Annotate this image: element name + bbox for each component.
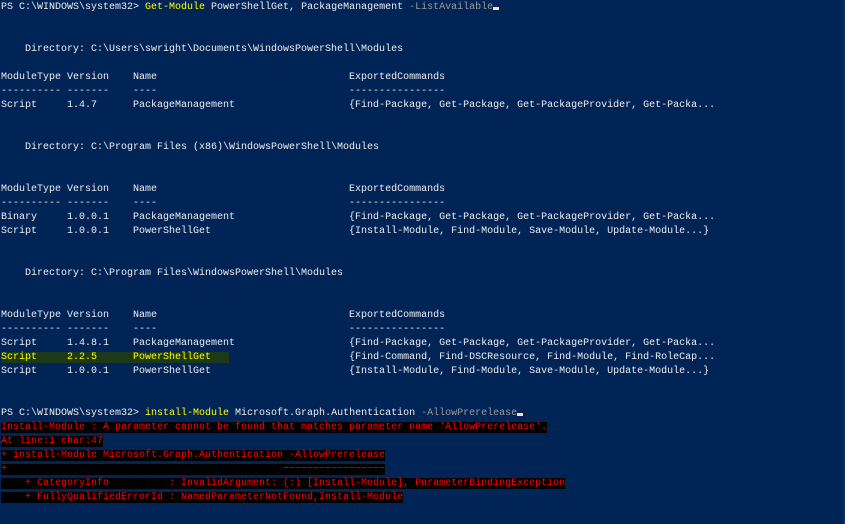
console-text: Directory: C:\Program Files\WindowsPower…: [1, 268, 344, 279]
powershell-console[interactable]: PS C:\WINDOWS\system32> Get-Module Power…: [1, 1, 715, 505]
console-line: + ~~~~~~~~~~~~~~~~~: [1, 463, 715, 477]
console-text: PowerShellGet, PackageManagement: [205, 2, 410, 13]
console-text: {Find-Command, Find-DSCResource, Find-Mo…: [229, 352, 716, 363]
console-text: Script 1.4.8.1 PackageManagement {Find-P…: [1, 338, 716, 349]
error-text: + ~~~~~~~~~~~~~~~~~: [1, 464, 386, 475]
console-line: Binary 1.0.0.1 PackageManagement {Find-P…: [1, 211, 715, 225]
console-text: Binary 1.0.0.1 PackageManagement {Find-P…: [1, 212, 716, 223]
console-line: ModuleType Version Name ExportedCommands: [1, 183, 715, 197]
error-text: At line:1 char:47: [1, 436, 104, 447]
console-text: ModuleType Version Name ExportedCommands: [1, 310, 446, 321]
command-name: Get-Module: [145, 2, 206, 13]
console-text: ---------- ------- ---- ----------------: [1, 86, 446, 97]
parameter-text: -AllowPrerelease: [421, 408, 518, 419]
text-cursor: [517, 413, 524, 416]
console-text: ModuleType Version Name ExportedCommands: [1, 184, 446, 195]
console-line: Install-Module : A parameter cannot be f…: [1, 421, 715, 435]
console-line: Directory: C:\Users\swright\Documents\Wi…: [1, 43, 715, 57]
console-line: + install-Module Microsoft.Graph.Authent…: [1, 449, 715, 463]
console-line: Directory: C:\Program Files (x86)\Window…: [1, 141, 715, 155]
console-text: ModuleType Version Name ExportedCommands: [1, 72, 446, 83]
console-text: PS C:\WINDOWS\system32>: [1, 2, 146, 13]
console-line: + CategoryInfo : InvalidArgument: (:) [I…: [1, 477, 715, 491]
console-line: Directory: C:\Program Files\WindowsPower…: [1, 267, 715, 281]
highlighted-row-text: Script 2.2.5 PowerShellGet: [1, 352, 230, 363]
console-text: Script 1.0.0.1 PowerShellGet {Install-Mo…: [1, 226, 710, 237]
command-name: install-Module: [145, 408, 230, 419]
console-line: ModuleType Version Name ExportedCommands: [1, 309, 715, 323]
console-line: Script 1.0.0.1 PowerShellGet {Install-Mo…: [1, 225, 715, 239]
console-text: Script 1.0.0.1 PowerShellGet {Install-Mo…: [1, 366, 710, 377]
console-text: ---------- ------- ---- ----------------: [1, 324, 446, 335]
console-line: ModuleType Version Name ExportedCommands: [1, 71, 715, 85]
console-line: Script 1.4.7 PackageManagement {Find-Pac…: [1, 99, 715, 113]
console-line: Script 2.2.5 PowerShellGet {Find-Command…: [1, 351, 715, 365]
console-text: ---------- ------- ---- ----------------: [1, 198, 446, 209]
console-text: Script 1.4.7 PackageManagement {Find-Pac…: [1, 100, 716, 111]
console-line: PS C:\WINDOWS\system32> Get-Module Power…: [1, 1, 715, 15]
parameter-text: -ListAvailable: [409, 2, 494, 13]
text-cursor: [493, 7, 500, 10]
console-line: ---------- ------- ---- ----------------: [1, 197, 715, 211]
console-line: ---------- ------- ---- ----------------: [1, 323, 715, 337]
error-text: + FullyQualifiedErrorId : NamedParameter…: [1, 492, 404, 503]
console-text: Directory: C:\Users\swright\Documents\Wi…: [1, 44, 404, 55]
error-text: + CategoryInfo : InvalidArgument: (:) [I…: [1, 478, 566, 489]
console-line: At line:1 char:47: [1, 435, 715, 449]
error-text: + install-Module Microsoft.Graph.Authent…: [1, 450, 386, 461]
error-text: Install-Module : A parameter cannot be f…: [1, 422, 548, 433]
console-line: + FullyQualifiedErrorId : NamedParameter…: [1, 491, 715, 505]
console-text: Directory: C:\Program Files (x86)\Window…: [1, 142, 380, 153]
console-line: PS C:\WINDOWS\system32> install-Module M…: [1, 407, 715, 421]
console-line: Script 1.0.0.1 PowerShellGet {Install-Mo…: [1, 365, 715, 379]
console-line: ---------- ------- ---- ----------------: [1, 85, 715, 99]
console-text: PS C:\WINDOWS\system32>: [1, 408, 146, 419]
console-text: Microsoft.Graph.Authentication: [229, 408, 422, 419]
console-line: Script 1.4.8.1 PackageManagement {Find-P…: [1, 337, 715, 351]
